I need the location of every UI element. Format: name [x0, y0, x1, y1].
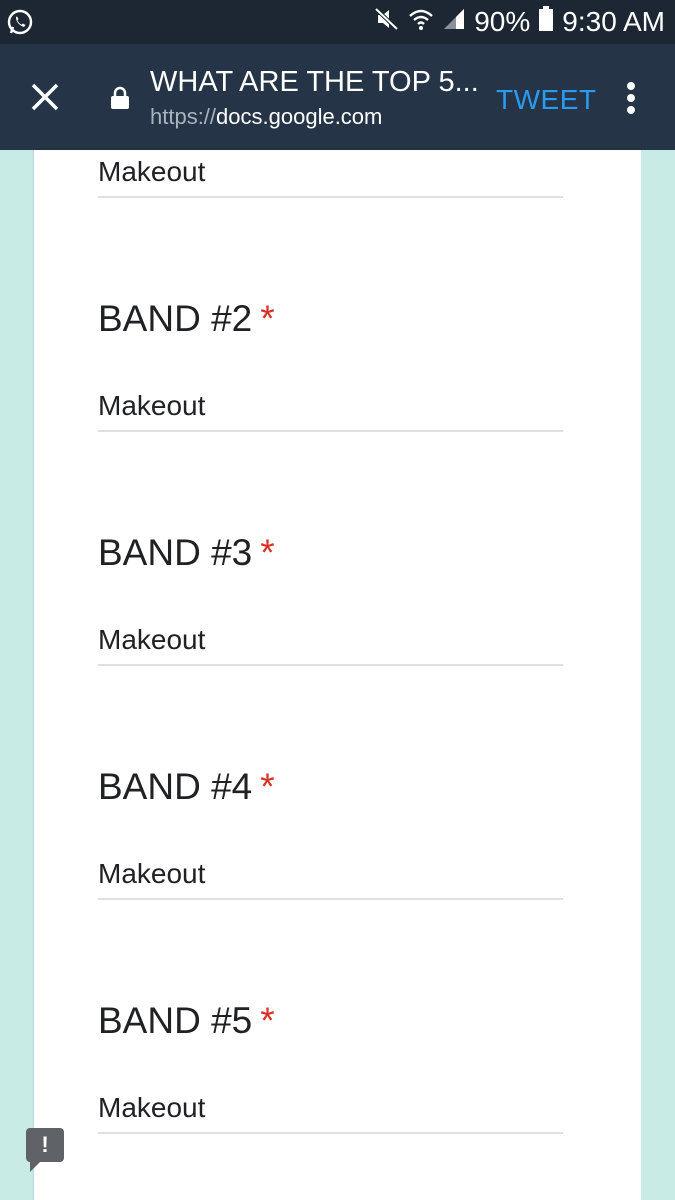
report-feedback-icon[interactable]: !: [26, 1128, 64, 1172]
wifi-icon: [408, 6, 434, 39]
lock-icon: [110, 86, 130, 115]
answer-field-band-1[interactable]: Makeout: [98, 156, 563, 198]
close-icon[interactable]: [30, 82, 60, 112]
url-protocol: https://: [150, 104, 217, 129]
question-label: BAND #2: [98, 298, 253, 339]
required-asterisk: *: [260, 298, 275, 339]
page-background: [0, 150, 34, 1200]
battery-percent: 90%: [474, 6, 531, 37]
battery-icon: [538, 5, 554, 39]
clock: 9:30 AM: [562, 6, 665, 37]
question-label: BAND #5: [98, 1000, 253, 1041]
question-label: BAND #4: [98, 766, 253, 807]
mute-icon: [374, 6, 400, 39]
question-band-3: BAND #3 *: [98, 532, 275, 574]
required-asterisk: *: [260, 766, 275, 807]
question-band-2: BAND #2 *: [98, 298, 275, 340]
answer-field-band-2[interactable]: Makeout: [98, 390, 563, 432]
question-label: BAND #3: [98, 532, 253, 573]
required-asterisk: *: [260, 532, 275, 573]
tweet-button[interactable]: TWEET: [496, 84, 597, 116]
answer-field-band-5[interactable]: Makeout: [98, 1092, 563, 1134]
required-asterisk: *: [260, 1000, 275, 1041]
more-options-icon[interactable]: [624, 82, 638, 116]
answer-field-band-3[interactable]: Makeout: [98, 624, 563, 666]
url-domain: docs.google.com: [216, 104, 383, 129]
question-band-5: BAND #5 *: [98, 1000, 275, 1042]
page-title: WHAT ARE THE TOP 5...: [150, 66, 479, 98]
whatsapp-icon: [6, 8, 34, 41]
answer-field-band-4[interactable]: Makeout: [98, 858, 563, 900]
question-band-4: BAND #4 *: [98, 766, 275, 808]
page-url: https://docs.google.com: [150, 104, 382, 130]
status-bar: 90% 9:30 AM: [0, 0, 675, 44]
signal-icon: [442, 6, 466, 38]
page-background-right: [641, 150, 675, 1200]
